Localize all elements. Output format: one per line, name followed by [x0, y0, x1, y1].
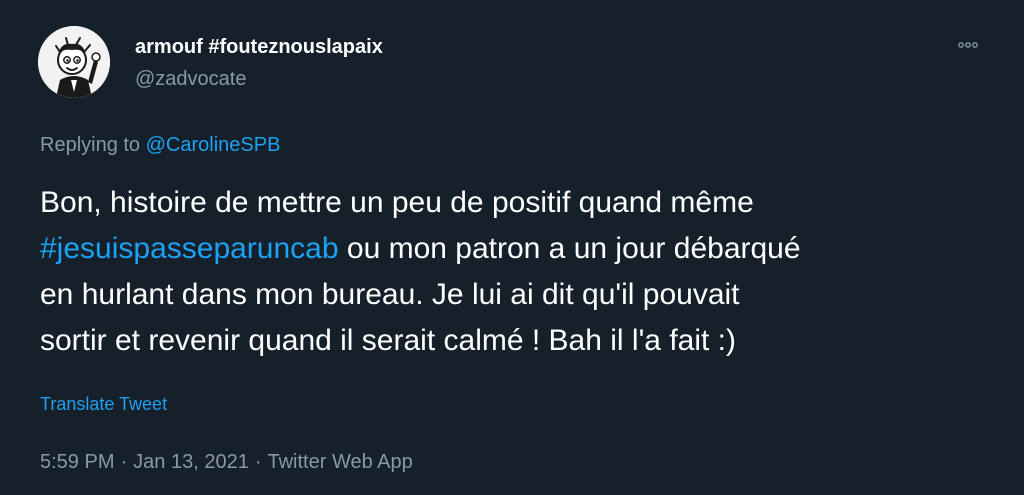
replying-to: Replying to @CarolineSPB: [40, 132, 280, 158]
handle[interactable]: @zadvocate: [135, 66, 383, 92]
author-block: armouf #fouteznouslapaix @zadvocate: [135, 34, 383, 92]
tweet-source-link[interactable]: Twitter Web App: [267, 451, 412, 473]
tweet: armouf #fouteznouslapaix @zadvocate Repl…: [0, 0, 1024, 495]
tweet-text-line: #jesuispasseparuncab ou mon patron a un …: [40, 226, 1000, 272]
tweet-text-line: sortir et revenir quand il serait calmé …: [40, 324, 737, 357]
avatar[interactable]: [38, 26, 110, 98]
more-horizontal-icon: [958, 42, 978, 48]
tweet-text: Bon, histoire de mettre un peu de positi…: [40, 180, 1000, 364]
replying-to-label: Replying to: [40, 134, 146, 156]
more-options-button[interactable]: [954, 36, 982, 54]
replying-to-mention-link[interactable]: @CarolineSPB: [146, 134, 281, 156]
tweet-text-line: en hurlant dans mon bureau. Je lui ai di…: [40, 278, 740, 311]
tweet-text-segment: ou mon patron a un jour débarqué: [338, 232, 801, 265]
display-name[interactable]: armouf #fouteznouslapaix: [135, 34, 383, 60]
tweet-date-link[interactable]: Jan 13, 2021: [133, 451, 249, 473]
translate-tweet-link[interactable]: Translate Tweet: [40, 392, 167, 416]
separator: ·: [120, 451, 128, 473]
hashtag-link[interactable]: #jesuispasseparuncab: [40, 232, 339, 265]
tweet-metadata: 5:59 PM · Jan 13, 2021 · Twitter Web App: [40, 449, 413, 475]
tweet-text-line: Bon, histoire de mettre un peu de positi…: [40, 186, 754, 219]
tweet-time-link[interactable]: 5:59 PM: [40, 451, 114, 473]
avatar-illustration-icon: [38, 26, 110, 98]
separator: ·: [254, 451, 262, 473]
